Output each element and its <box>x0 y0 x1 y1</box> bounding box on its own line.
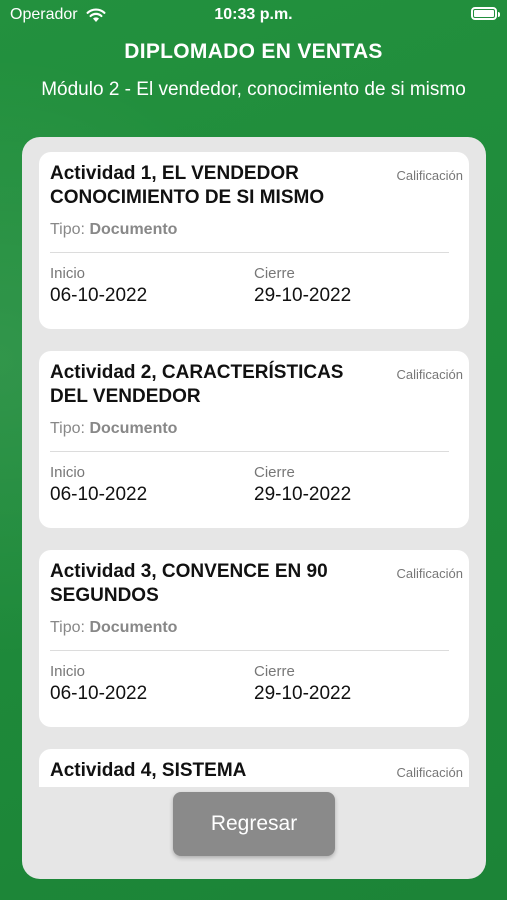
activity-card[interactable]: Actividad 1, EL VENDEDOR CONOCIMIENTO DE… <box>39 152 469 329</box>
end-date: 29-10-2022 <box>254 285 352 306</box>
grade-label: Calificación <box>396 168 463 183</box>
end-date: 29-10-2022 <box>254 683 352 704</box>
end-label: Cierre <box>254 464 295 481</box>
type-value: Documento <box>89 420 178 437</box>
divider <box>50 252 449 253</box>
activities-list[interactable]: Actividad 1, EL VENDEDOR CONOCIMIENTO DE… <box>22 137 486 787</box>
start-date: 06-10-2022 <box>50 484 148 505</box>
activity-title: Actividad 2, CARACTERÍSTICAS DEL VENDEDO… <box>50 362 344 407</box>
start-date: 06-10-2022 <box>50 285 148 306</box>
start-label: Inicio <box>50 265 86 282</box>
type-value: Documento <box>89 619 178 636</box>
page-title: DIPLOMADO EN VENTAS <box>124 40 383 63</box>
activity-type: Tipo: Documento <box>50 619 177 637</box>
activity-card[interactable]: Actividad 3, CONVENCE EN 90 SEGUNDOS Cal… <box>39 550 469 727</box>
end-label: Cierre <box>254 663 295 680</box>
type-label: Tipo: <box>50 619 85 636</box>
clock: 10:33 p.m. <box>214 6 293 23</box>
divider <box>50 650 449 651</box>
activity-card[interactable]: Actividad 2, CARACTERÍSTICAS DEL VENDEDO… <box>39 351 469 528</box>
activity-title: Actividad 4, SISTEMA <box>50 760 247 781</box>
activity-type: Tipo: Documento <box>50 420 177 438</box>
module-subtitle: Módulo 2 - El vendedor, conocimiento de … <box>41 79 466 100</box>
grade-label: Calificación <box>396 367 463 382</box>
battery-icon <box>471 7 500 20</box>
activity-title: Actividad 3, CONVENCE EN 90 SEGUNDOS <box>50 561 328 606</box>
end-date: 29-10-2022 <box>254 484 352 505</box>
activity-type: Tipo: Documento <box>50 221 177 239</box>
type-label: Tipo: <box>50 420 85 437</box>
status-bar: Operador 10:33 p.m. <box>0 0 507 32</box>
end-label: Cierre <box>254 265 295 282</box>
grade-label: Calificación <box>396 765 463 780</box>
start-label: Inicio <box>50 464 86 481</box>
type-label: Tipo: <box>50 221 85 238</box>
activities-panel: Actividad 1, EL VENDEDOR CONOCIMIENTO DE… <box>22 137 486 879</box>
activity-title: Actividad 1, EL VENDEDOR CONOCIMIENTO DE… <box>50 163 325 208</box>
activity-card[interactable]: Actividad 4, SISTEMA Calificación <box>39 749 469 787</box>
grade-label: Calificación <box>396 566 463 581</box>
start-date: 06-10-2022 <box>50 683 148 704</box>
start-label: Inicio <box>50 663 86 680</box>
back-button[interactable]: Regresar <box>173 792 335 856</box>
divider <box>50 451 449 452</box>
type-value: Documento <box>89 221 178 238</box>
